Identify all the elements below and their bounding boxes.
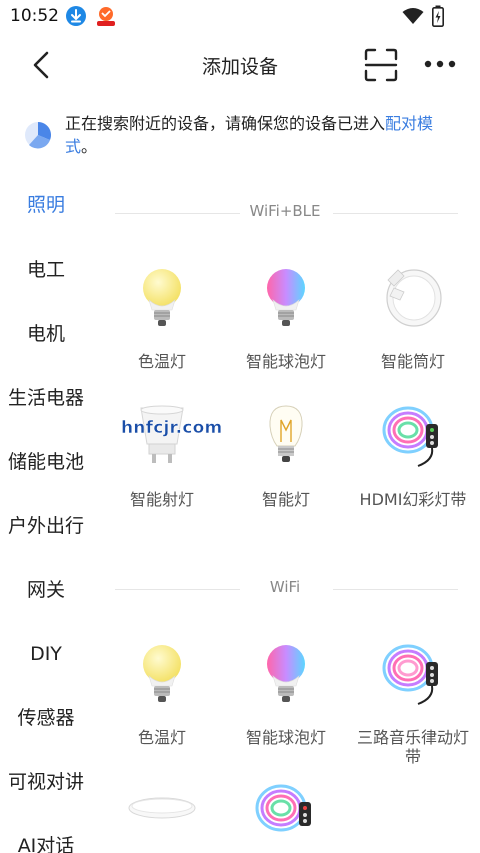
sidebar-item-intercom[interactable]: 可视对讲 — [0, 767, 92, 797]
device-card[interactable]: 色温灯 — [100, 266, 224, 376]
divider — [333, 589, 458, 590]
more-button[interactable] — [422, 56, 458, 72]
bulb-rgb-icon — [267, 269, 305, 326]
device-label: 智能球泡灯 — [245, 352, 326, 371]
device-card[interactable] — [100, 786, 224, 853]
device-card[interactable]: 智能球泡灯 — [224, 642, 348, 752]
device-label: 三路音乐律动灯带 — [356, 728, 469, 766]
device-card[interactable] — [224, 782, 348, 852]
page-title: 添加设备 — [201, 56, 278, 78]
device-label: 智能筒灯 — [380, 352, 445, 371]
filament-bulb-icon — [269, 405, 303, 462]
status-time: 10:52 — [10, 6, 59, 26]
notice-suffix: 。 — [81, 137, 98, 156]
sidebar-item-ai-chat[interactable]: AI对话 — [0, 831, 92, 853]
searching-spinner-icon — [24, 121, 52, 149]
bulb-warm-icon — [143, 645, 181, 702]
more-icon — [424, 60, 456, 68]
device-card[interactable]: 智能筒灯 — [351, 266, 475, 376]
led-strip-icon — [382, 644, 438, 705]
search-notice: 正在搜索附近的设备，请确保您的设备已进入配对模式。 — [24, 112, 464, 162]
bulb-rgb-icon — [267, 645, 305, 702]
device-card[interactable]: 色温灯 — [100, 642, 224, 752]
device-label: HDMI幻彩灯带 — [359, 490, 467, 509]
sidebar-item-battery[interactable]: 储能电池 — [0, 447, 92, 477]
watermark: hnfcjr.com — [121, 418, 223, 439]
divider — [333, 213, 458, 214]
device-label: 智能灯 — [261, 490, 310, 509]
battery-charging-icon — [432, 5, 444, 31]
nav-bar: 添加设备 — [0, 32, 480, 98]
wifi-icon — [402, 7, 424, 29]
sidebar-item-gateway[interactable]: 网关 — [0, 575, 92, 605]
scan-icon — [364, 48, 398, 82]
device-card[interactable]: 三路音乐律动灯带 — [351, 642, 475, 766]
notice-text: 正在搜索附近的设备，请确保您的设备已进入配对模式。 — [65, 112, 465, 158]
sidebar-item-diy[interactable]: DIY — [0, 639, 92, 669]
scan-button[interactable] — [364, 48, 398, 82]
device-card[interactable]: HDMI幻彩灯带 — [351, 404, 475, 514]
spotlight-icon — [140, 405, 184, 463]
status-bar: 10:52 — [0, 0, 480, 32]
device-label: 色温灯 — [137, 728, 186, 747]
device-label: 智能射灯 — [129, 490, 194, 509]
sidebar-item-lighting[interactable]: 照明 — [0, 190, 92, 220]
sidebar-item-appliances[interactable]: 生活电器 — [0, 383, 92, 413]
downlight-icon — [386, 269, 442, 327]
download-icon — [66, 6, 86, 26]
led-strip-icon — [255, 784, 311, 832]
section-header: WiFi — [115, 574, 458, 604]
app-notification-icon — [95, 5, 117, 27]
device-card[interactable]: 智能灯 — [224, 404, 348, 514]
device-label: 智能球泡灯 — [245, 728, 326, 747]
sidebar-item-motor[interactable]: 电机 — [0, 319, 92, 349]
bulb-warm-icon — [143, 269, 181, 326]
device-label: 色温灯 — [137, 352, 186, 371]
sidebar-item-outdoor[interactable]: 户外出行 — [0, 511, 92, 541]
section-header: WiFi+BLE — [115, 198, 458, 228]
notice-message: 正在搜索附近的设备，请确保您的设备已进入 — [65, 114, 386, 133]
section-title: WiFi — [269, 578, 301, 596]
section-title: WiFi+BLE — [249, 202, 321, 220]
device-card[interactable]: 智能球泡灯 — [224, 266, 348, 376]
sidebar-item-sensor[interactable]: 传感器 — [0, 703, 92, 733]
sidebar-item-electrical[interactable]: 电工 — [0, 255, 92, 285]
led-strip-icon — [382, 406, 438, 467]
ceiling-light-icon — [128, 797, 196, 819]
